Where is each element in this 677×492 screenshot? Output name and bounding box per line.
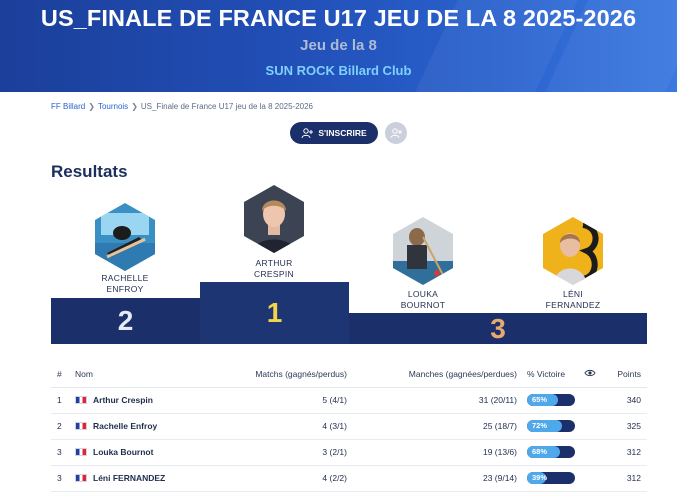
win-rate-label: 72% bbox=[532, 421, 548, 430]
row-manches: 19 (13/6) bbox=[347, 439, 517, 466]
player-photo bbox=[244, 185, 304, 253]
win-rate-bar: 72% bbox=[527, 420, 575, 432]
avatar-rank-1[interactable] bbox=[244, 185, 304, 253]
col-points[interactable]: Points bbox=[601, 361, 647, 388]
podium-name-rank-2: RACHELLE ENFROY bbox=[101, 273, 149, 294]
add-user-icon bbox=[301, 127, 314, 138]
row-player-name[interactable]: Louka Bournot bbox=[93, 447, 153, 457]
row-matchs: 4 (3/1) bbox=[225, 413, 347, 440]
row-player[interactable]: Léni FERNANDEZ bbox=[75, 465, 225, 492]
france-flag-icon bbox=[75, 422, 87, 430]
podium-rank-1: 1 bbox=[266, 297, 283, 328]
row-pct: 39% bbox=[517, 465, 579, 492]
register-button[interactable]: S'INSCRIRE bbox=[290, 122, 378, 144]
win-rate-bar: 39% bbox=[527, 472, 575, 484]
win-rate-bar: 68% bbox=[527, 446, 575, 458]
col-rank[interactable]: # bbox=[51, 361, 75, 388]
page-hero: US_FINALE DE FRANCE U17 JEU DE LA 8 2025… bbox=[0, 0, 677, 92]
win-rate-label: 39% bbox=[532, 473, 548, 482]
row-visibility bbox=[579, 413, 601, 440]
win-rate-bar: 65% bbox=[527, 394, 575, 406]
row-matchs: 4 (2/2) bbox=[225, 465, 347, 492]
row-matchs: 5 (4/1) bbox=[225, 387, 347, 414]
podium-rank-3: 3 bbox=[490, 312, 506, 344]
win-rate-label: 68% bbox=[532, 447, 548, 456]
col-pct-victoire[interactable]: % Victoire bbox=[517, 361, 579, 388]
register-label: S'INSCRIRE bbox=[318, 128, 367, 138]
row-player[interactable]: Rachelle Enfroy bbox=[75, 413, 225, 440]
row-visibility bbox=[579, 439, 601, 466]
row-rank: 1 bbox=[51, 387, 75, 414]
breadcrumb-current: US_Finale de France U17 jeu de la 8 2025… bbox=[140, 102, 314, 111]
col-visibility[interactable] bbox=[579, 361, 601, 388]
row-visibility bbox=[579, 465, 601, 492]
breadcrumb-tournois[interactable]: Tournois bbox=[98, 102, 128, 111]
row-player-name[interactable]: Rachelle Enfroy bbox=[93, 421, 157, 431]
table-row[interactable]: 3 Louka Bournot 3 (2/1) 19 (13/6) 68% 312 bbox=[51, 439, 647, 466]
game-type: Jeu de la 8 bbox=[300, 37, 377, 54]
row-rank: 3 bbox=[51, 465, 75, 492]
row-player[interactable]: Arthur Crespin bbox=[75, 387, 225, 414]
tournament-title: US_FINALE DE FRANCE U17 JEU DE LA 8 2025… bbox=[40, 5, 637, 31]
table-row[interactable]: 1 Arthur Crespin 5 (4/1) 31 (20/11) 65% 340 bbox=[51, 387, 647, 414]
row-player-name[interactable]: Léni FERNANDEZ bbox=[93, 473, 165, 483]
col-name[interactable]: Nom bbox=[75, 361, 225, 388]
player-photo bbox=[95, 203, 155, 271]
podium-rank-2: 2 bbox=[117, 305, 134, 336]
france-flag-icon bbox=[75, 474, 87, 482]
row-points: 325 bbox=[601, 413, 647, 440]
col-matchs[interactable]: Matchs (gagnés/perdus) bbox=[225, 361, 347, 388]
chevron-right-icon: ❯ bbox=[88, 102, 95, 111]
row-manches: 25 (18/7) bbox=[347, 413, 517, 440]
eye-icon bbox=[584, 369, 596, 376]
results-table: # Nom Matchs (gagnés/perdus) Manches (ga… bbox=[51, 361, 647, 492]
row-player-name[interactable]: Arthur Crespin bbox=[93, 395, 153, 405]
table-row[interactable]: 3 Léni FERNANDEZ 4 (2/2) 23 (9/14) 39% 312 bbox=[51, 465, 647, 492]
breadcrumb: FF Billard ❯ Tournois ❯ US_Finale de France … bbox=[51, 102, 313, 111]
row-points: 312 bbox=[601, 439, 647, 466]
win-rate-label: 65% bbox=[532, 395, 548, 404]
breadcrumb-ffbillard[interactable]: FF Billard bbox=[51, 102, 85, 111]
player-photo bbox=[393, 217, 453, 285]
row-points: 312 bbox=[601, 465, 647, 492]
podium-block-first: 1 bbox=[200, 282, 349, 344]
france-flag-icon bbox=[75, 396, 87, 404]
avatar-rank-3a[interactable] bbox=[393, 217, 453, 285]
player-photo bbox=[543, 217, 603, 285]
chevron-right-icon: ❯ bbox=[131, 102, 138, 111]
podium-block-second: 2 bbox=[51, 298, 200, 344]
col-manches[interactable]: Manches (gagnées/perdues) bbox=[347, 361, 517, 388]
table-row[interactable]: 2 Rachelle Enfroy 4 (3/1) 25 (18/7) 72% 325 bbox=[51, 413, 647, 440]
france-flag-icon bbox=[75, 448, 87, 456]
podium-name-rank-1: ARTHUR CRESPIN bbox=[254, 258, 294, 279]
row-visibility bbox=[579, 387, 601, 414]
row-rank: 2 bbox=[51, 413, 75, 440]
table-header-row: # Nom Matchs (gagnés/perdus) Manches (ga… bbox=[51, 361, 647, 388]
row-points: 340 bbox=[601, 387, 647, 414]
unregister-button[interactable] bbox=[385, 122, 407, 144]
row-player[interactable]: Louka Bournot bbox=[75, 439, 225, 466]
podium-name-rank-3a: LOUKA BOURNOT bbox=[400, 289, 446, 310]
row-pct: 68% bbox=[517, 439, 579, 466]
row-rank: 3 bbox=[51, 439, 75, 466]
results-title: Resultats bbox=[51, 162, 128, 181]
row-pct: 72% bbox=[517, 413, 579, 440]
remove-user-icon bbox=[390, 127, 402, 138]
row-pct: 65% bbox=[517, 387, 579, 414]
podium-block-third: 3 bbox=[349, 313, 647, 344]
row-matchs: 3 (2/1) bbox=[225, 439, 347, 466]
row-manches: 23 (9/14) bbox=[347, 465, 517, 492]
club-name[interactable]: SUN ROCK Billard Club bbox=[0, 63, 677, 78]
avatar-rank-3b[interactable] bbox=[543, 217, 603, 285]
row-manches: 31 (20/11) bbox=[347, 387, 517, 414]
podium-name-rank-3b: LÉNI FERNANDEZ bbox=[545, 289, 601, 310]
avatar-rank-2[interactable] bbox=[95, 203, 155, 271]
